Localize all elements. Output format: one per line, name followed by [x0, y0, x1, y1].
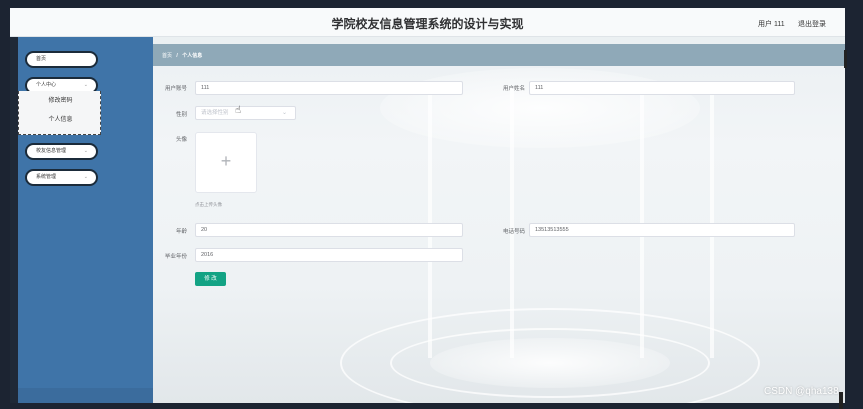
breadcrumb-bar: 首页 / 个人信息	[153, 44, 845, 66]
age-label: 年龄	[175, 229, 187, 235]
chevron-down-icon: ⌄	[281, 110, 287, 116]
avatar-label: 头像	[175, 137, 187, 143]
personal-center-submenu: 修改密码 个人信息	[18, 91, 101, 135]
sidebar-item-label: 个人中心	[36, 82, 57, 88]
background-stage-glow	[430, 338, 670, 388]
sidebar-item-label: 首页	[36, 56, 47, 62]
chevron-down-icon: ⌄	[83, 174, 88, 180]
sidebar-item-alumni-management[interactable]: 校友信息管理 ⌄	[25, 143, 98, 160]
sidebar-item-home[interactable]: 首页	[25, 51, 98, 68]
app-title: 学院校友信息管理系统的设计与实现	[331, 17, 524, 31]
phone-input[interactable]: 13513513555	[529, 223, 795, 237]
submenu-item-personal-info[interactable]: 个人信息	[19, 114, 102, 123]
gender-select-placeholder: 请选择性别	[201, 110, 229, 116]
submenu-item-change-password[interactable]: 修改密码	[19, 95, 102, 104]
sidebar-item-label: 系统管理	[36, 174, 57, 180]
breadcrumb-separator: /	[176, 53, 178, 59]
sidebar-item-label: 校友信息管理	[36, 148, 67, 154]
logout-link[interactable]: 退出登录	[798, 19, 826, 29]
breadcrumb: 首页 / 个人信息	[162, 52, 202, 59]
upload-hint: 点击上传头像	[195, 202, 222, 207]
name-label: 用户姓名	[502, 86, 525, 92]
sidebar-footer	[18, 388, 153, 403]
breadcrumb-home-link[interactable]: 首页	[162, 53, 172, 59]
window-edge-mark	[844, 50, 847, 68]
name-input[interactable]: 111	[529, 81, 795, 95]
account-label: 用户账号	[164, 86, 187, 92]
plus-icon: +	[220, 151, 232, 171]
sidebar-item-system-management[interactable]: 系统管理 ⌄	[25, 169, 98, 186]
avatar-upload-box[interactable]: +	[195, 132, 257, 193]
app-screen: 学院校友信息管理系统的设计与实现 用户 111 退出登录 首页 个人中心 ⌄ 校…	[10, 8, 845, 403]
modify-button[interactable]: 修 改	[195, 272, 226, 286]
breadcrumb-current: 个人信息	[182, 53, 203, 59]
account-input[interactable]: 111	[195, 81, 463, 95]
gender-label: 性别	[175, 112, 187, 118]
age-input[interactable]: 20	[195, 223, 463, 237]
phone-label: 电话号码	[502, 229, 525, 235]
window-edge-mark	[839, 392, 843, 409]
csdn-watermark: CSDN @qha138	[764, 386, 839, 397]
graduation-year-input[interactable]: 2016	[195, 248, 463, 262]
gender-select[interactable]: 请选择性别 ⌄	[195, 106, 296, 120]
current-user-label: 用户 111	[758, 21, 785, 28]
graduation-year-label: 毕业年份	[164, 254, 187, 260]
hand-cursor-icon: ☝	[235, 105, 242, 116]
chevron-down-icon: ⌄	[83, 148, 88, 154]
sidebar-accent-strip	[10, 37, 18, 403]
top-bar: 学院校友信息管理系统的设计与实现 用户 111 退出登录	[10, 8, 845, 37]
